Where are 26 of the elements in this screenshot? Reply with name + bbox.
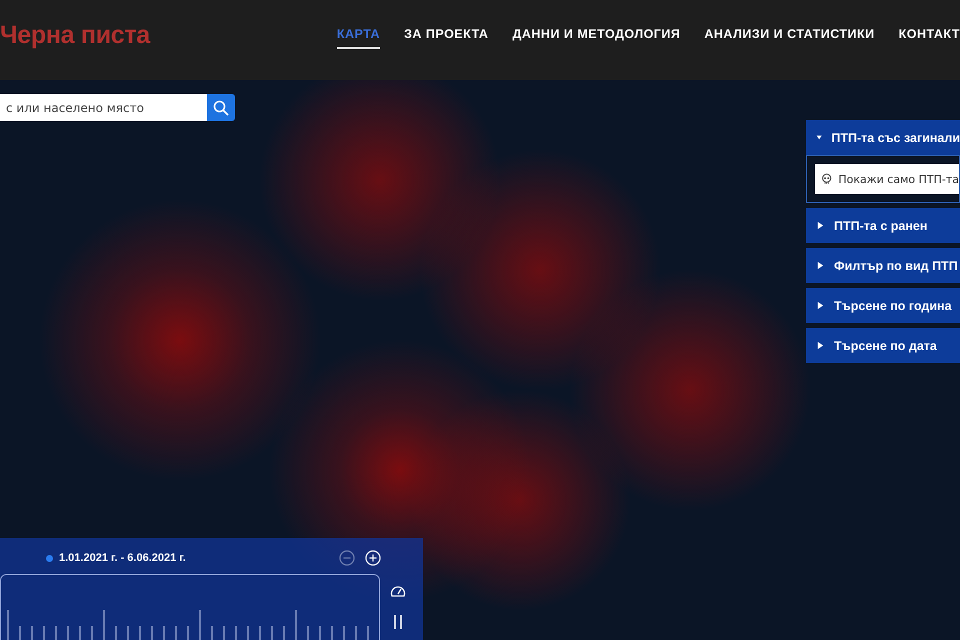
zoom-in-icon[interactable]	[365, 550, 381, 566]
filter-checkbox[interactable]: Покажи само ПТП-та	[815, 164, 959, 194]
filter-header[interactable]: Търсене по година	[806, 288, 960, 323]
nav-link[interactable]: ЗА ПРОЕКТА	[404, 21, 488, 49]
range-dot-icon	[46, 554, 53, 562]
zoom-out-icon[interactable]	[339, 550, 355, 566]
caret-right-icon	[816, 301, 825, 310]
filter-header[interactable]: ПТП-та със загинали	[806, 120, 960, 155]
timeline-track[interactable]	[0, 574, 380, 640]
speed-gauge-icon[interactable]	[390, 584, 406, 598]
pause-icon[interactable]	[392, 614, 404, 630]
caret-down-icon	[816, 133, 822, 142]
nav-link[interactable]: АНАЛИЗИ И СТАТИСТИКИ	[704, 21, 875, 49]
nav-link[interactable]: КОНТАКТ	[898, 21, 960, 49]
caret-right-icon	[816, 341, 825, 350]
caret-right-icon	[816, 261, 825, 270]
nav-link[interactable]: ДАННИ И МЕТОДОЛОГИЯ	[512, 21, 680, 49]
search-button[interactable]	[207, 94, 235, 121]
search-field[interactable]: с или населено място	[0, 94, 207, 121]
date-range: 1.01.2021 г. - 6.06.2021 г.	[59, 552, 186, 564]
skull-icon	[821, 172, 832, 186]
filter-header[interactable]: Търсене по дата	[806, 328, 960, 363]
filter-header[interactable]: Филтър по вид ПТП	[806, 248, 960, 283]
filter-header[interactable]: ПТП-та с ранен	[806, 208, 960, 243]
search-icon	[213, 100, 229, 116]
caret-right-icon	[816, 221, 825, 230]
